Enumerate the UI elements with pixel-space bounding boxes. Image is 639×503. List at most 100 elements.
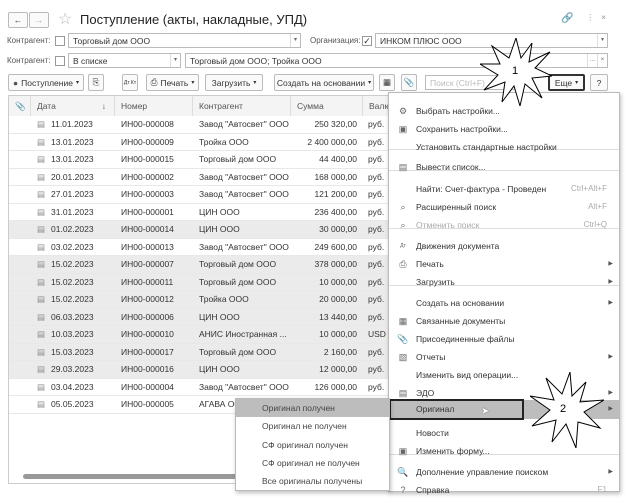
select-button[interactable]: ... <box>587 54 597 67</box>
contractor-cell: ЦИН ООО <box>199 364 240 374</box>
menu-item[interactable]: Дт Движения документа <box>389 237 619 255</box>
sum-column-header[interactable]: Сумма <box>291 96 363 116</box>
menu-item-shortcut: Alt+F <box>588 202 607 211</box>
currency-cell: руб. <box>368 171 385 182</box>
table-row[interactable]: ▤ 15.03.2023 ИН00-000017 Торговый дом ОО… <box>9 343 389 361</box>
table-row[interactable]: ▤ 27.01.2023 ИН00-000003 Завод "Автосвет… <box>9 186 389 204</box>
create-based-button[interactable]: Создать на основании ▾ <box>274 74 374 91</box>
table-row[interactable]: ▤ 10.03.2023 ИН00-000010 АНИС Иностранна… <box>9 326 389 344</box>
contractor-cell: Завод "Автосвет" ООО <box>199 171 289 182</box>
submenu-item[interactable]: Все оригиналы получены <box>236 472 389 490</box>
number-cell: ИН00-000010 <box>121 329 174 339</box>
table-row[interactable]: ▤ 29.03.2023 ИН00-000016 ЦИН ООО 12 000,… <box>9 361 389 379</box>
menu-item[interactable]: ▧ Отчеты ▶ <box>389 348 619 366</box>
sum-cell: 20 000,00 <box>319 294 357 304</box>
menu-item-label: Движения документа <box>416 241 500 251</box>
sum-cell: 126 000,00 <box>314 381 357 392</box>
table-row[interactable]: ▤ 03.02.2023 ИН00-000013 Завод "Автосвет… <box>9 239 389 256</box>
table-row[interactable]: ▤ 01.02.2023 ИН00-000014 ЦИН ООО 30 000,… <box>9 221 389 239</box>
original-submenu: Оригинал получен Оригинал не получен СФ ор… <box>235 398 390 491</box>
submenu-item[interactable]: Оригинал получен <box>236 399 389 417</box>
table-row[interactable]: ▤ 13.01.2023 ИН00-000009 Тройка ООО 2 40… <box>9 134 389 151</box>
currency-cell: руб. <box>368 224 385 234</box>
dt-kt-icon[interactable]: Дт Кт <box>122 74 138 91</box>
menu-item[interactable]: Найти: Счет-фактура - Проведен Ctrl+Alt+F <box>389 180 619 198</box>
menu-item[interactable]: ? Справка F1 <box>389 481 619 499</box>
submenu-arrow-icon: ▶ <box>608 406 613 412</box>
number-column-header[interactable]: Номер <box>115 96 193 116</box>
more-button[interactable]: Еще ▾ <box>548 74 585 91</box>
submenu-item[interactable]: СФ оригинал получен <box>236 436 389 454</box>
currency-cell: руб. <box>368 136 385 147</box>
submenu-item[interactable]: СФ оригинал не получен <box>236 454 389 472</box>
menu-item[interactable]: 📎 Присоединенные файлы <box>389 330 619 348</box>
menu-item[interactable]: ▤ Вывести список... <box>389 158 619 176</box>
date-column-header[interactable]: Дата ↓ <box>31 96 115 116</box>
date-cell: 11.01.2023 <box>51 119 93 129</box>
table-row[interactable]: ▤ 20.01.2023 ИН00-000002 Завод "Автосвет… <box>9 169 389 186</box>
print-button[interactable]: ⎙ Печать ▾ <box>146 74 199 91</box>
table-row[interactable]: ▤ 15.02.2023 ИН00-000007 Торговый дом ОО… <box>9 256 389 274</box>
currency-column-header[interactable]: Валют <box>363 96 389 116</box>
organization-checkbox[interactable]: ✓ <box>362 36 372 46</box>
table-row[interactable]: ▤ 11.01.2023 ИН00-000008 Завод "Автосвет… <box>9 116 389 134</box>
document-icon: ▤ <box>37 206 46 217</box>
receipt-button[interactable]: ● Поступление ▾ <box>8 74 84 91</box>
table-row[interactable]: ▤ 31.01.2023 ИН00-000001 ЦИН ООО 236 400… <box>9 204 389 221</box>
currency-cell: руб. <box>368 259 385 269</box>
menu-item-label: Найти: Счет-фактура - Проведен <box>416 184 547 194</box>
link-icon[interactable]: 🔗 <box>561 13 573 24</box>
submenu-item[interactable]: Оригинал не получен <box>236 417 389 435</box>
menu-item-label: Установить стандартные настройки <box>416 142 557 152</box>
contractor-column-header[interactable]: Контрагент <box>193 96 291 116</box>
date-cell: 29.03.2023 <box>51 364 94 374</box>
clear-icon[interactable]: × <box>597 54 607 67</box>
contractor-checkbox[interactable] <box>55 36 65 46</box>
back-button[interactable]: ← <box>8 12 28 28</box>
help-button[interactable]: ? <box>590 74 608 91</box>
menu-item[interactable]: 🔍 Дополнение управление поиском ▶ <box>389 463 619 481</box>
contractor2-checkbox[interactable] <box>55 56 65 66</box>
table-row[interactable]: ▤ 06.03.2023 ИН00-000006 ЦИН ООО 13 440,… <box>9 308 389 326</box>
dropdown-icon[interactable]: ▾ <box>597 34 607 47</box>
load-button[interactable]: Загрузить ▾ <box>205 74 263 91</box>
favorite-star-icon[interactable]: ☆ <box>58 9 72 29</box>
currency-cell: руб. <box>368 311 385 322</box>
table-row[interactable]: ▤ 15.02.2023 ИН00-000011 Торговый дом ОО… <box>9 273 389 291</box>
table-row[interactable]: ▤ 15.02.2023 ИН00-000012 Тройка ООО 20 0… <box>9 291 389 309</box>
table-row[interactable]: ▤ 03.04.2023 ИН00-000004 Завод "Автосвет… <box>9 379 389 396</box>
contractor-cell: Тройка ООО <box>199 294 249 304</box>
page-title: Поступление (акты, накладные, УПД) <box>80 12 308 27</box>
forward-button[interactable]: → <box>29 12 49 28</box>
menu-item-label: Вывести список... <box>416 162 486 172</box>
table-row[interactable]: ▤ 13.01.2023 ИН00-000015 Торговый дом ОО… <box>9 151 389 169</box>
contractor-field[interactable]: Торговый дом ООО ▾ <box>68 33 301 48</box>
sum-cell: 30 000,00 <box>319 224 357 234</box>
sum-cell: 44 400,00 <box>319 154 357 164</box>
related-docs-icon[interactable]: ▦ <box>379 74 395 91</box>
more-options-icon[interactable]: ⋮ <box>586 12 595 23</box>
menu-item[interactable]: Установить стандартные настройки <box>389 138 619 156</box>
menu-item[interactable]: Загрузить ▶ <box>389 273 619 291</box>
currency-cell: руб. <box>368 276 385 287</box>
dropdown-icon[interactable]: ▾ <box>290 34 300 47</box>
date-cell: 15.02.2023 <box>51 276 94 287</box>
document-icon: ▤ <box>37 381 46 392</box>
menu-item[interactable]: ⌕ Расширенный поиск Alt+F <box>389 198 619 216</box>
number-cell: ИН00-000012 <box>121 294 174 304</box>
currency-cell: USD <box>368 329 386 339</box>
menu-item[interactable]: ⌕ Отменить поиск Ctrl+Q <box>389 216 619 234</box>
dropdown-icon[interactable]: ▾ <box>170 54 180 67</box>
menu-item-icon: ⌕ <box>400 202 406 212</box>
document-icon: ▤ <box>37 259 46 269</box>
menu-item[interactable]: ⎙ Печать ▶ <box>389 255 619 273</box>
copy-doc-icon[interactable]: ⎘ <box>88 74 104 91</box>
attachment-icon[interactable]: 📎 <box>401 74 417 91</box>
close-icon[interactable]: × <box>601 12 606 22</box>
comparison-mode-select[interactable]: В списке ▾ <box>68 53 181 68</box>
menu-item[interactable]: Создать на основании ▶ <box>389 294 619 312</box>
contractor-cell: Завод "Автосвет" ООО <box>199 381 289 392</box>
attachment-column-header[interactable]: 📎 <box>9 96 31 116</box>
menu-item[interactable]: ▣ Сохранить настройки... <box>389 120 619 138</box>
menu-item[interactable]: ▦ Связанные документы <box>389 312 619 330</box>
